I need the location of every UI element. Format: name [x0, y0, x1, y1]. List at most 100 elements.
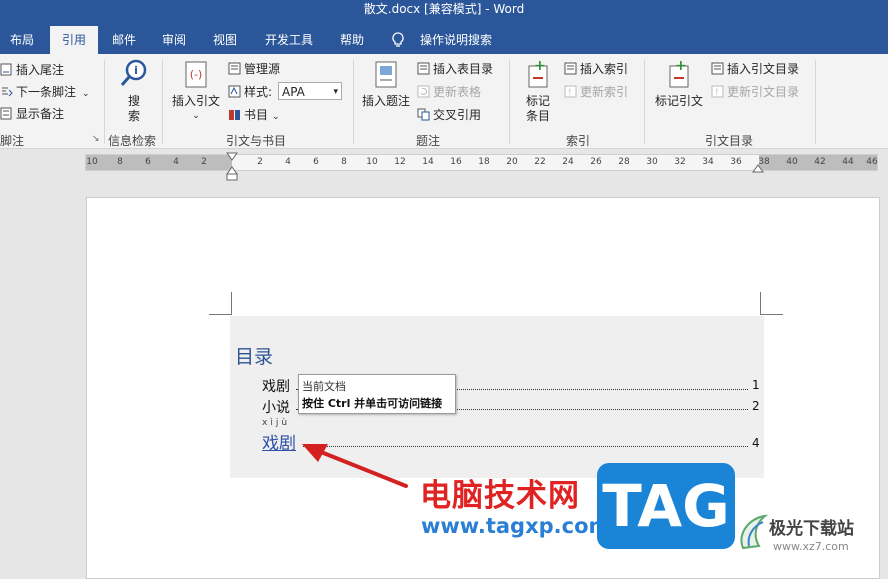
chevron-down-icon: ▾: [333, 87, 338, 97]
style-dropdown[interactable]: APA ▾: [278, 82, 342, 100]
insert-caption-button[interactable]: 插入题注: [360, 60, 412, 109]
update-toa-icon: !: [711, 85, 724, 98]
dialog-launcher-icon[interactable]: ↘: [92, 134, 100, 144]
watermark-cn: 电脑技术网: [420, 478, 580, 514]
insert-endnote-button[interactable]: 插入尾注: [0, 60, 64, 80]
insert-endnote-label: 插入尾注: [16, 63, 65, 77]
manage-sources-button[interactable]: 管理源: [228, 59, 280, 79]
cross-reference-button[interactable]: 交叉引用: [417, 105, 481, 125]
ruler-tick: 4: [173, 157, 179, 167]
next-footnote-icon: [2, 87, 13, 97]
mark-citation-label: 标记引文: [654, 94, 703, 108]
citations-group-label: 引文与书目: [226, 134, 287, 148]
update-index-label: 更新索引: [580, 85, 629, 99]
tell-me-search[interactable]: 操作说明搜索: [414, 26, 498, 54]
toc-entry[interactable]: 小说: [262, 397, 290, 417]
insert-index-button[interactable]: 插入索引: [564, 59, 628, 79]
update-table-label: 更新表格: [433, 85, 482, 99]
tooltip-line-1: 当前文档: [302, 380, 346, 393]
toc-page-number: 2: [752, 399, 760, 413]
cross-reference-label: 交叉引用: [433, 108, 482, 122]
arrow-icon: [302, 444, 408, 488]
show-notes-button[interactable]: 显示备注: [0, 104, 64, 124]
chevron-down-icon: ⌄: [82, 89, 90, 99]
next-footnote-button[interactable]: 下一条脚注 ⌄: [0, 82, 90, 102]
ruler-tick: 26: [590, 157, 602, 167]
watermark-tag-logo: TAG: [597, 463, 735, 549]
group-separator: [509, 60, 510, 144]
update-table-button[interactable]: 更新表格: [417, 82, 481, 102]
ruler-tick: 14: [422, 157, 434, 167]
search-label-2: 索: [127, 109, 140, 123]
ruler-tick: 10: [86, 157, 98, 167]
group-separator: [815, 60, 816, 144]
tab-references[interactable]: 引用: [50, 26, 98, 56]
group-separator: [104, 60, 105, 144]
tab-help[interactable]: 帮助: [332, 26, 372, 54]
search-button[interactable]: i 搜 索: [114, 58, 154, 124]
group-separator: [162, 60, 163, 144]
update-toa-button[interactable]: ! 更新引文目录: [711, 82, 799, 102]
insert-table-of-figures-label: 插入表目录: [433, 62, 494, 76]
tooltip-line-2: 按住 Ctrl 并单击可访问链接: [302, 397, 443, 410]
manage-sources-label: 管理源: [244, 62, 281, 76]
toc-entry[interactable]: 戏剧: [262, 376, 290, 396]
insert-toa-label: 插入引文目录: [727, 62, 800, 76]
mark-entry-label-2: 条目: [525, 109, 550, 123]
ruler-tick: 24: [562, 157, 574, 167]
tab-review[interactable]: 审阅: [154, 26, 194, 54]
mark-citation-icon: +: [669, 58, 689, 88]
chevron-down-icon: ⌄: [272, 112, 280, 122]
insert-toa-icon: [711, 62, 724, 75]
search-icon: i: [120, 59, 147, 86]
toc-page-number: 4: [752, 436, 760, 450]
window-title: 散文.docx [兼容模式] - Word: [363, 2, 525, 16]
insert-toa-button[interactable]: 插入引文目录: [711, 59, 799, 79]
insert-caption-label: 插入题注: [361, 94, 410, 108]
margin-corner-mark: [209, 292, 232, 315]
bibliography-label: 书目: [244, 108, 269, 122]
insert-citation-button[interactable]: (-) 插入引文 ⌄: [170, 60, 222, 124]
tab-developer[interactable]: 开发工具: [258, 26, 320, 54]
toc-entry-link[interactable]: 戏剧: [262, 429, 296, 454]
insert-caption-icon: [375, 61, 397, 88]
ruler-tick: 46: [866, 157, 878, 167]
update-table-icon: [417, 85, 430, 98]
ruler-tick: 10: [366, 157, 378, 167]
ruler-tick: 32: [674, 157, 686, 167]
style-value: APA: [282, 85, 305, 99]
ruler-tick: 6: [145, 157, 151, 167]
authorities-group-label: 引文目录: [705, 134, 754, 148]
tab-mailings[interactable]: 邮件: [104, 26, 144, 54]
group-separator: [644, 60, 645, 144]
watermark-url: www.tagxp.com: [421, 514, 611, 538]
style-label: 样式:: [244, 85, 273, 99]
insert-index-label: 插入索引: [580, 62, 629, 76]
bibliography-button[interactable]: 书目 ⌄: [228, 105, 280, 125]
insert-table-of-figures-button[interactable]: 插入表目录: [417, 59, 493, 79]
mark-citation-button[interactable]: + 标记引文: [652, 58, 706, 109]
right-indent-marker-icon[interactable]: [752, 164, 764, 173]
group-separator: [353, 60, 354, 144]
index-group-label: 索引: [566, 134, 591, 148]
ruler-tick: 30: [646, 157, 658, 167]
ribbon: 插入尾注 下一条脚注 ⌄ 显示备注 脚注 ↘ i 搜 索 信息检索 (-) 插入引…: [0, 54, 888, 149]
mark-entry-button[interactable]: + 标记 条目: [518, 58, 558, 124]
tab-layout[interactable]: 布局: [0, 26, 44, 54]
endnote-icon: [0, 63, 12, 76]
captions-group-label: 题注: [416, 134, 441, 148]
insert-citation-icon: (-): [185, 61, 207, 88]
table-of-figures-icon: [417, 62, 430, 75]
watermark-site-url: www.xz7.com: [773, 540, 849, 553]
bibliography-icon: [229, 110, 240, 120]
ruler-tick: 22: [534, 157, 546, 167]
ruler-tick: 16: [450, 157, 462, 167]
style-icon: [228, 85, 241, 98]
toc-entry-ruby: xìjù: [262, 418, 291, 428]
search-label-1: 搜: [127, 94, 140, 108]
update-index-button[interactable]: ! 更新索引: [564, 82, 628, 102]
tab-view[interactable]: 视图: [205, 26, 245, 54]
indent-marker-icon[interactable]: [225, 152, 239, 182]
lightbulb-icon: [392, 32, 404, 47]
svg-text:i: i: [134, 64, 138, 77]
